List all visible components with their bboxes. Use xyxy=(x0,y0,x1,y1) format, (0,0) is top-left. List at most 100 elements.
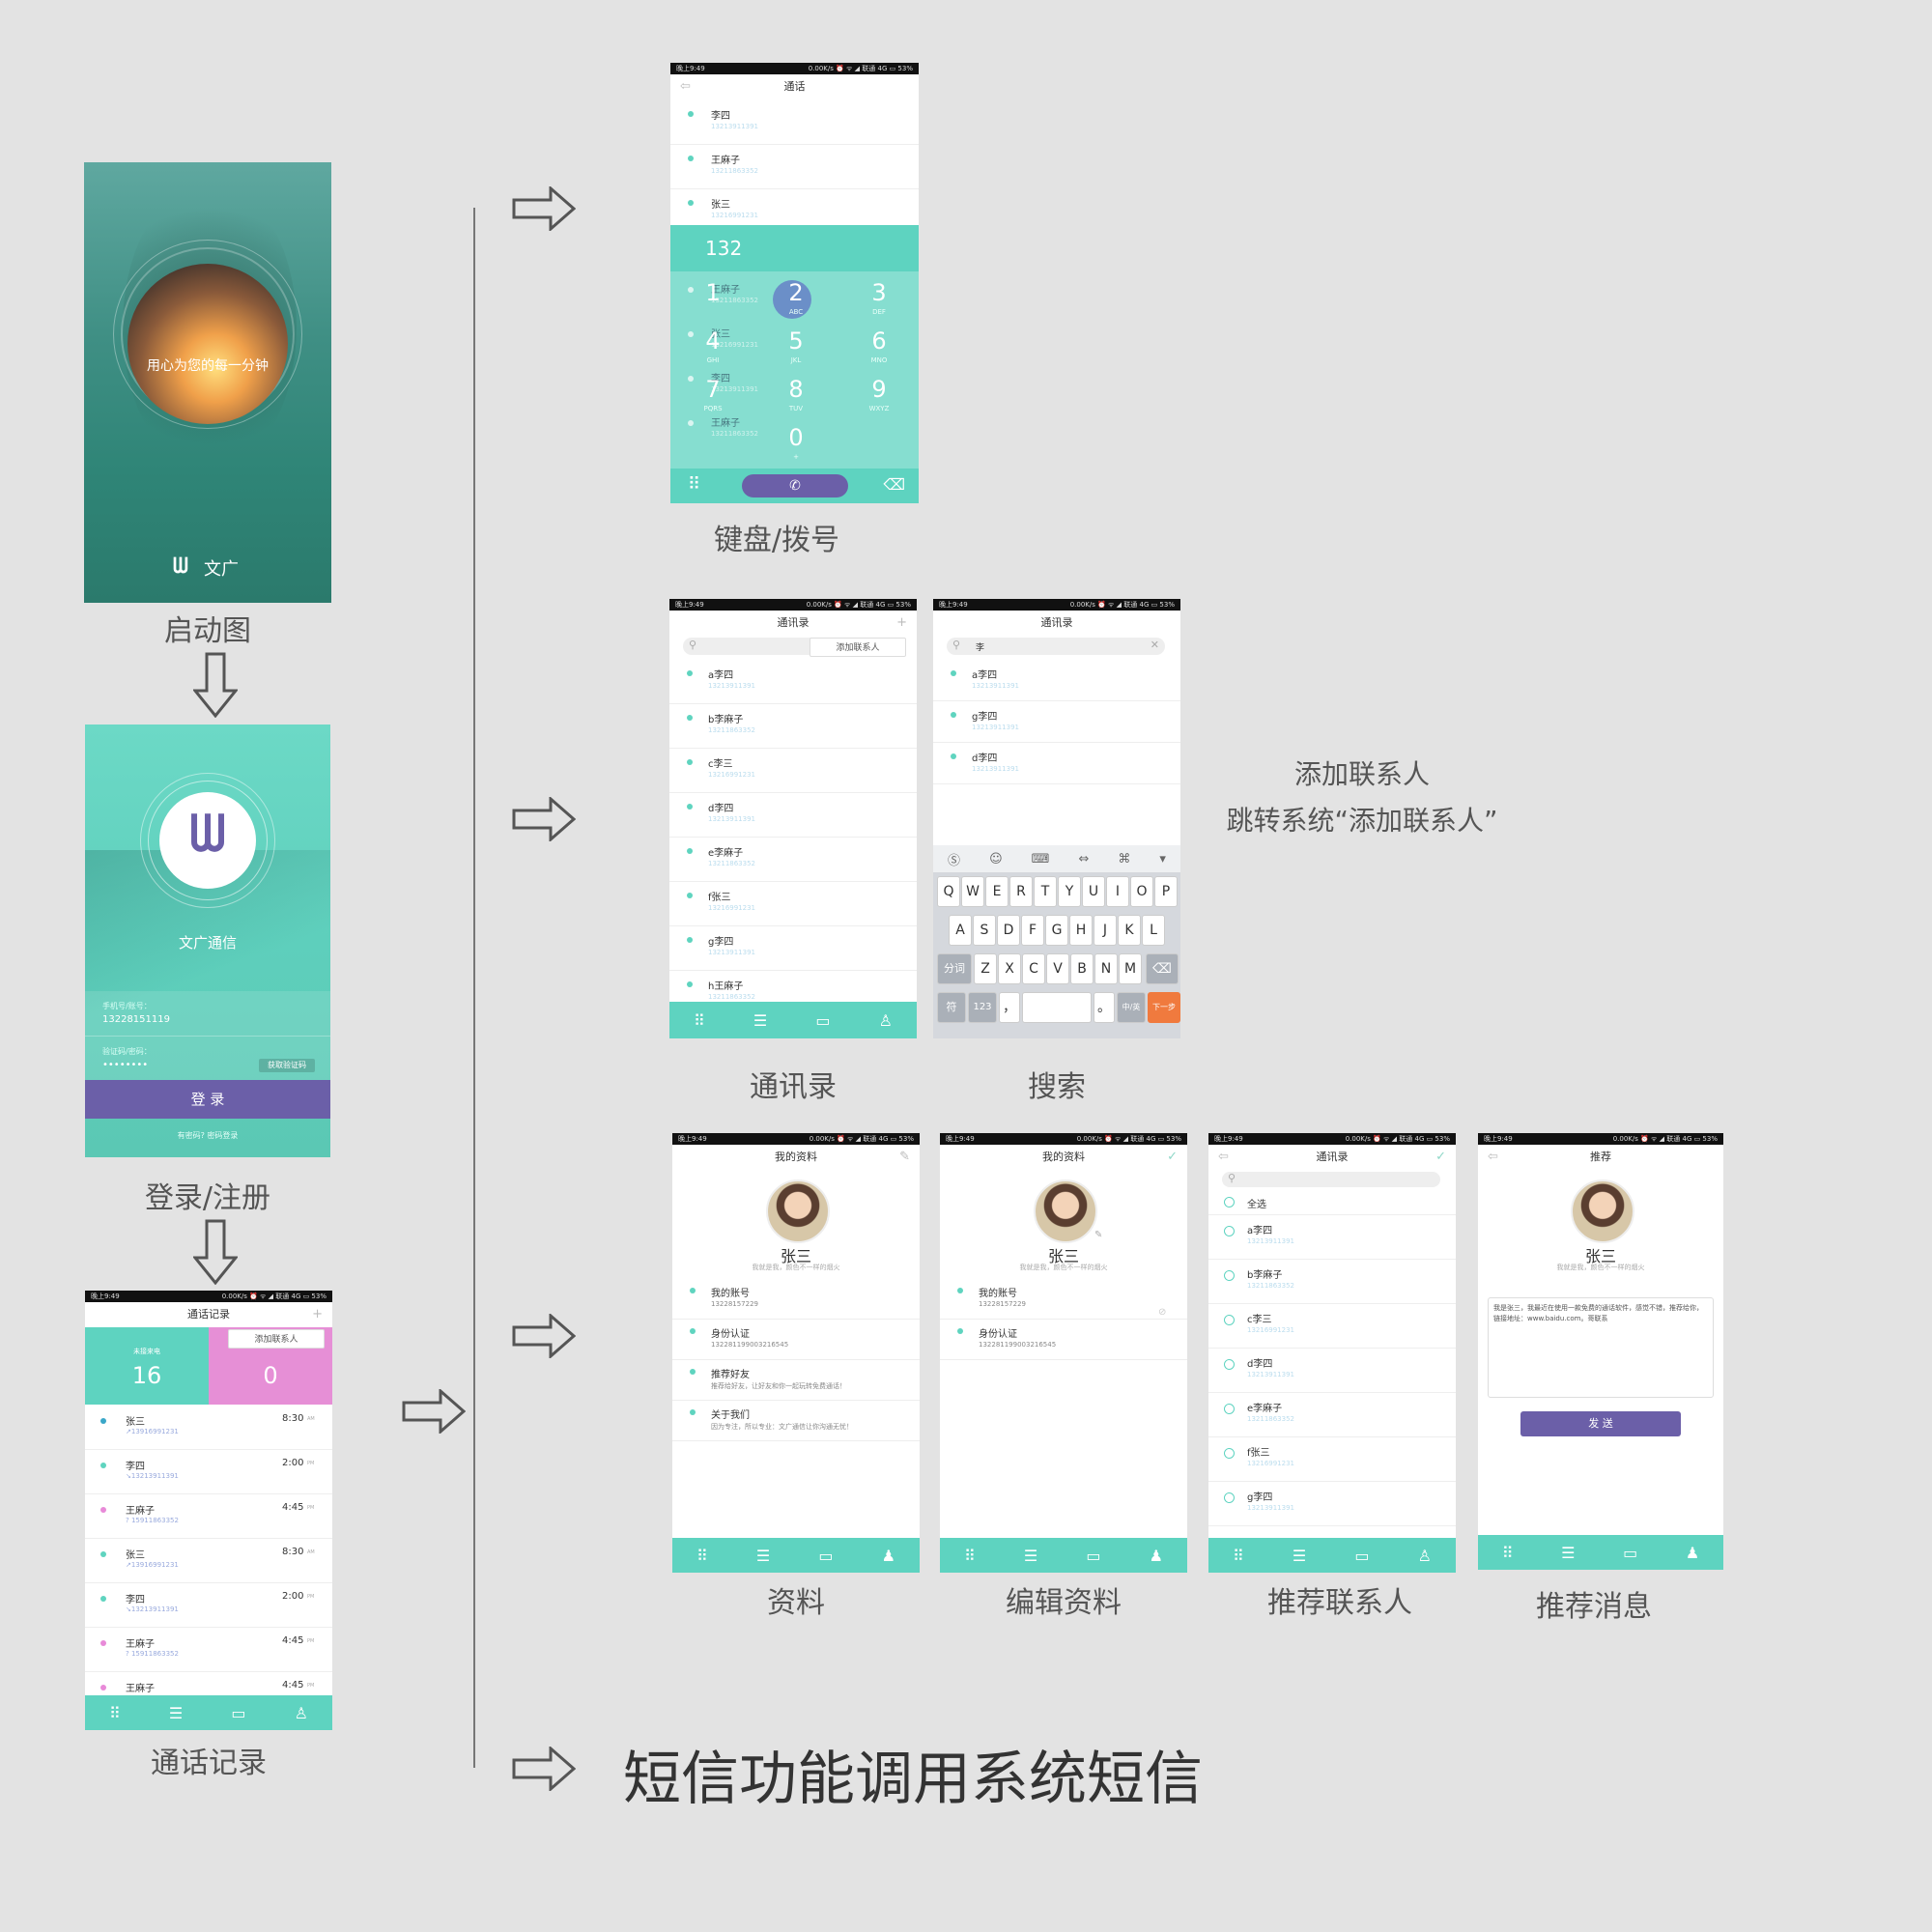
profile-icon[interactable]: ♟ xyxy=(882,1547,895,1565)
confirm-check-icon[interactable]: ✓ xyxy=(1435,1145,1446,1170)
keyboard-key[interactable]: M xyxy=(1119,953,1142,984)
keyboard-key[interactable]: C xyxy=(1022,953,1045,984)
checkbox-icon[interactable] xyxy=(1224,1492,1235,1503)
avatar-edit-icon[interactable]: ✎ xyxy=(1094,1230,1102,1240)
profile-item[interactable]: 推荐好友 推荐给好友，让好友和你一起玩转免费通话！ xyxy=(672,1359,920,1401)
profile-item[interactable]: 我的账号 13228157229 xyxy=(672,1278,920,1320)
profile-icon[interactable]: ♙ xyxy=(879,1011,893,1030)
send-button[interactable]: 发 送 xyxy=(1520,1411,1681,1436)
plus-icon[interactable]: + xyxy=(312,1302,323,1327)
contact-row[interactable]: d李四 13213911391 xyxy=(933,742,1180,784)
contact-row[interactable]: a李四 13213911391 xyxy=(669,659,917,704)
keyboard-key[interactable]: E xyxy=(985,876,1009,907)
search-input[interactable]: ⚲ 李 ✕ xyxy=(947,638,1165,655)
dial-key[interactable]: 1 xyxy=(684,279,742,306)
profile-item[interactable]: 关于我们 因为专注，所以专业：文广通信让你沟通无忧！ xyxy=(672,1400,920,1441)
dial-key[interactable]: 7 xyxy=(684,376,742,403)
contacts-icon[interactable]: ☰ xyxy=(753,1011,767,1030)
profile-item[interactable]: 身份认证 132281199003216545 xyxy=(940,1319,1187,1360)
checkbox-icon[interactable] xyxy=(1224,1197,1235,1208)
contact-row[interactable]: f张三 13216991231 xyxy=(1208,1436,1456,1482)
contact-row[interactable]: a李四 13213911391 xyxy=(933,659,1180,701)
keyboard-key[interactable]: A xyxy=(949,915,972,946)
dialpad-icon[interactable]: ⠿ xyxy=(696,1547,708,1565)
clear-icon[interactable]: ⊘ xyxy=(1158,1307,1166,1318)
collapse-icon[interactable]: ▾ xyxy=(1159,852,1166,867)
back-icon[interactable]: ⇦ xyxy=(1488,1145,1498,1170)
keyboard-key[interactable]: H xyxy=(1069,915,1093,946)
contact-row[interactable]: e李麻子 13211863352 xyxy=(669,837,917,882)
calllog-row[interactable]: 王麻子? 15911863352 4:45 PM xyxy=(85,1493,332,1539)
dial-input[interactable]: 132 xyxy=(705,237,742,260)
next-key[interactable]: 下一步 xyxy=(1148,992,1180,1023)
message-icon[interactable]: ▭ xyxy=(1623,1544,1637,1562)
login-button[interactable]: 登 录 xyxy=(85,1080,330,1119)
keyboard-key[interactable]: O xyxy=(1130,876,1153,907)
fenci-key[interactable]: 分词 xyxy=(937,953,972,984)
keyboard-key[interactable]: D xyxy=(997,915,1020,946)
contact-row[interactable]: a李四 13213911391 xyxy=(1208,1214,1456,1260)
keyboard-key[interactable]: K xyxy=(1118,915,1141,946)
message-icon[interactable]: ▭ xyxy=(818,1547,833,1565)
edit-icon[interactable]: ✎ xyxy=(899,1145,910,1170)
dial-key[interactable]: 9 xyxy=(850,376,908,403)
contacts-icon[interactable]: ☰ xyxy=(1024,1547,1037,1565)
dial-contact-row[interactable]: 王麻子 13211863352 xyxy=(670,144,919,189)
backspace-key[interactable]: ⌫ xyxy=(1146,953,1179,984)
lang-key[interactable]: 中/英 xyxy=(1117,992,1146,1023)
profile-icon[interactable]: ♙ xyxy=(1418,1547,1432,1565)
contact-row[interactable]: b李麻子 13211863352 xyxy=(1208,1259,1456,1304)
contacts-icon[interactable]: ☰ xyxy=(169,1704,183,1722)
command-icon[interactable]: ⌘ xyxy=(1118,852,1130,867)
missed-panel[interactable]: 未接来电 16 xyxy=(85,1327,209,1405)
calllog-row[interactable]: 李四 ↘13213911391 2:00 PM xyxy=(85,1582,332,1628)
keyboard-key[interactable]: L xyxy=(1142,915,1165,946)
dial-key[interactable]: 3 xyxy=(850,279,908,306)
back-icon[interactable]: ⇦ xyxy=(680,74,691,99)
calllog-row[interactable]: 李四 ↘13213911391 2:00 PM xyxy=(85,1449,332,1494)
search-input[interactable]: ⚲ xyxy=(1222,1172,1440,1187)
message-icon[interactable]: ▭ xyxy=(1086,1547,1100,1565)
checkbox-icon[interactable] xyxy=(1224,1448,1235,1459)
contact-row[interactable]: c李三 13216991231 xyxy=(669,748,917,793)
contact-row[interactable]: d李四 13213911391 xyxy=(669,792,917,838)
profile-icon[interactable]: ♙ xyxy=(295,1704,308,1722)
avatar[interactable] xyxy=(1034,1179,1097,1243)
number-key[interactable]: 123 xyxy=(968,992,997,1023)
checkbox-icon[interactable] xyxy=(1224,1270,1235,1281)
contact-row[interactable]: f张三 13216991231 xyxy=(669,881,917,926)
checkbox-icon[interactable] xyxy=(1224,1315,1235,1325)
keyboard-key[interactable]: B xyxy=(1070,953,1094,984)
clear-icon[interactable]: ✕ xyxy=(1151,639,1159,651)
contact-row[interactable]: g李四 13213911391 xyxy=(933,700,1180,743)
keyboard-key[interactable]: Y xyxy=(1058,876,1081,907)
keyboard-key[interactable]: T xyxy=(1034,876,1057,907)
checkbox-icon[interactable] xyxy=(1224,1226,1235,1236)
keyboard-key[interactable]: Q xyxy=(937,876,960,907)
plus-icon[interactable]: + xyxy=(896,611,907,636)
dial-key[interactable]: 6 xyxy=(850,327,908,355)
profile-icon[interactable]: ♟ xyxy=(1686,1544,1699,1562)
dialpad-icon[interactable]: ⠿ xyxy=(109,1704,121,1722)
contacts-icon[interactable]: ☰ xyxy=(1293,1547,1306,1565)
contact-row[interactable]: g李四 13213911391 xyxy=(669,925,917,971)
period-key[interactable]: 。 xyxy=(1094,992,1115,1023)
dial-key[interactable]: 0 xyxy=(767,424,825,451)
symbol-key[interactable]: 符 xyxy=(937,992,966,1023)
keyboard-key[interactable]: R xyxy=(1009,876,1033,907)
keyboard-key[interactable]: G xyxy=(1045,915,1068,946)
sogou-icon[interactable]: Ⓢ xyxy=(948,850,960,868)
keyboard-key[interactable]: X xyxy=(998,953,1021,984)
dial-key[interactable]: 4 xyxy=(684,327,742,355)
edit-profile-motto[interactable]: 我就是我，颜色不一样的烟火 xyxy=(940,1263,1187,1272)
call-button[interactable]: ✆ xyxy=(742,474,848,497)
dialpad-icon[interactable]: ⠿ xyxy=(1502,1544,1514,1562)
dialpad-icon[interactable]: ⠿ xyxy=(964,1547,976,1565)
message-icon[interactable]: ▭ xyxy=(1354,1547,1369,1565)
confirm-check-icon[interactable]: ✓ xyxy=(1167,1145,1178,1170)
login-footer-link[interactable]: 有密码? 密码登录 xyxy=(85,1130,330,1141)
message-icon[interactable]: ▭ xyxy=(815,1011,830,1030)
add-contact-popup[interactable]: 添加联系人 xyxy=(228,1329,325,1349)
keyboard-key[interactable]: N xyxy=(1094,953,1118,984)
message-icon[interactable]: ▭ xyxy=(231,1704,245,1722)
